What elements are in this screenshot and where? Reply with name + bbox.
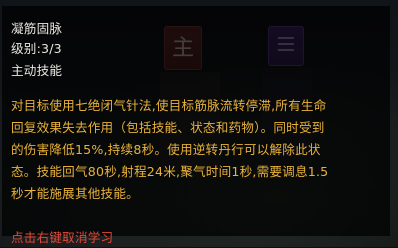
skill-description-line: 的伤害降低15%,持续8秒。使用逆转丹行可以解除此状 <box>11 142 321 157</box>
skill-name: 凝筋固脉 <box>11 21 63 36</box>
skill-tooltip: 凝筋固脉 级别:3/3 主动技能 对目标使用七绝闭气针法,使目标筋脉流转停滞,所… <box>2 6 390 245</box>
skill-description-line: 对目标使用七绝闭气针法,使目标筋脉流转停滞,所有生命 <box>11 98 327 113</box>
skill-type: 主动技能 <box>11 63 63 78</box>
cancel-learning-hint: 点击右键取消学习 <box>11 230 114 245</box>
skill-description-line: 秒才能施展其他技能。 <box>11 186 139 201</box>
skill-description-line: 回复效果失去作用（包括技能、状态和药物）。同时受到 <box>11 120 325 135</box>
skill-description-line: 态。技能回气80秒,射程24米,聚气时间1秒,需要调息1.5 <box>11 164 329 179</box>
skill-level: 级别:3/3 <box>11 41 62 56</box>
